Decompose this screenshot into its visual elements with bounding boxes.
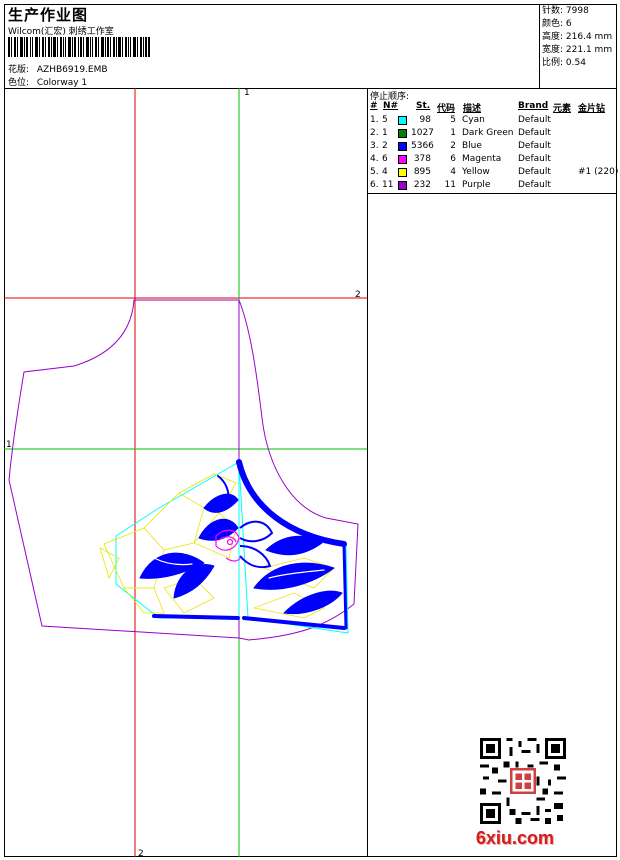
colorway-value: Colorway 1 <box>36 78 88 88</box>
color-swatch <box>398 116 407 125</box>
watermark: 6xiu.com <box>476 828 555 848</box>
col-element-header: 元素 <box>553 104 572 114</box>
col-desc-header: 描述 <box>463 104 482 114</box>
color-swatch <box>398 142 407 151</box>
stat-height: 高度: 216.4 mm <box>542 32 613 42</box>
col-st-header: St. <box>416 101 431 111</box>
design-line: 花版: AZHB6919.EMB <box>8 62 108 75</box>
design-stats: 针数: 7998 颜色: 6 高度: 216.4 mm 宽度: 221.1 mm… <box>542 5 612 70</box>
table-row: 3. 2 5366 2 Blue Default <box>370 141 551 151</box>
design-file: AZHB6919.EMB <box>36 65 108 75</box>
colorway-line: 色位: Colorway 1 <box>8 75 87 88</box>
table-row: 6. 11 232 11 Purple Default <box>370 180 551 190</box>
marker-green-top: 1 <box>244 88 250 98</box>
table-row: 1. 5 98 5 Cyan Default <box>370 115 551 125</box>
color-swatch <box>398 155 407 164</box>
color-swatch <box>398 181 407 190</box>
outline-right-piece <box>238 299 359 641</box>
marker-red-bottom: 2 <box>138 849 144 857</box>
qr-code <box>480 738 566 824</box>
marker-green-left: 1 <box>6 440 12 450</box>
stat-width: 宽度: 221.1 mm <box>542 45 613 55</box>
design-canvas: 1 2 1 2 <box>4 88 367 857</box>
stat-stitches: 针数: 7998 <box>542 6 589 16</box>
table-row: 5. 4 895 4 Yellow Default #1 (220) <box>370 167 619 177</box>
stat-colors: 颜色: 6 <box>542 19 572 29</box>
col-code-header: 代码 <box>437 104 456 114</box>
marker-red-right: 2 <box>355 290 361 300</box>
col-brand-header: Brand <box>518 101 549 111</box>
studio-name: Wilcom(汇宏) 刺绣工作室 <box>8 27 114 37</box>
design-label: 花版: <box>8 65 30 75</box>
sheet-title: 生产作业图 <box>8 6 89 24</box>
header-stats-divider <box>539 4 540 88</box>
table-bottom-rule <box>368 193 616 194</box>
col-sequin-header: 金片钻 <box>578 104 606 114</box>
barcode <box>8 37 150 57</box>
color-swatch <box>398 168 407 177</box>
col-n-header: N# <box>383 101 399 111</box>
stat-scale: 比例: 0.54 <box>542 58 586 68</box>
table-row: 2. 1 1027 1 Dark Green Default <box>370 128 551 138</box>
col-num-header: # <box>370 101 378 111</box>
colorway-label: 色位: <box>8 78 30 88</box>
embroidery-blue <box>139 459 348 630</box>
table-row: 4. 6 378 6 Magenta Default <box>370 154 551 164</box>
embroidery-blue-center <box>239 520 274 569</box>
color-swatch <box>398 129 407 138</box>
